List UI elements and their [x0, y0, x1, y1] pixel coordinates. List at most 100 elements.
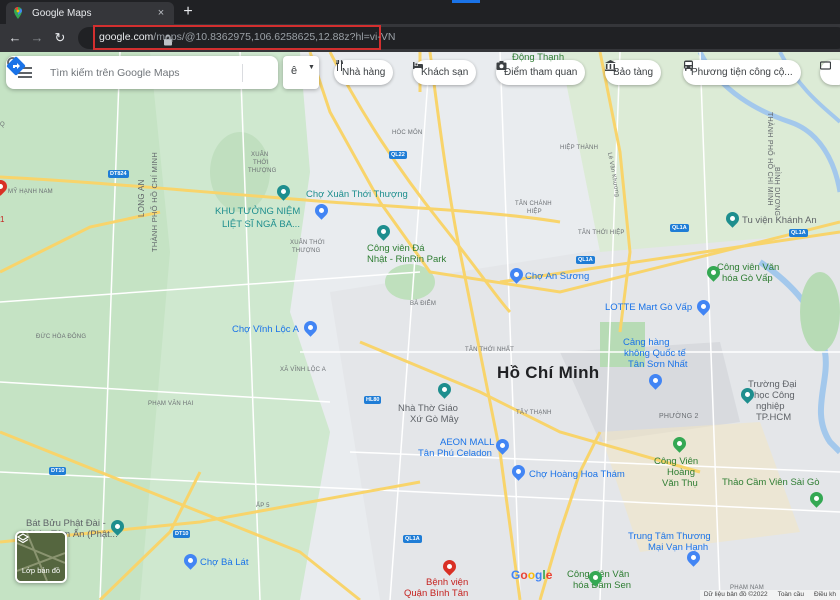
area-label: TÂN CHÁNH	[515, 201, 552, 207]
logo-letter: o	[527, 568, 536, 582]
poi-label: KHU TƯỞNG NIỆM	[215, 206, 301, 217]
chevron-down-icon: ▼	[308, 64, 315, 71]
logo-letter: o	[520, 568, 528, 582]
city-label: Hồ Chí Minh	[497, 363, 600, 382]
search-input[interactable]	[50, 65, 210, 81]
poi-label: Xứ Gò Mây	[410, 414, 459, 425]
poi-label: Động Thạnh	[512, 52, 565, 63]
search-divider	[242, 64, 243, 82]
area-label: THƯỢNG	[292, 248, 321, 254]
area-label: TÂY THẠNH	[516, 410, 552, 416]
province-label-long-an: LONG AN	[137, 179, 146, 217]
area-label: TÂN THỚI HIỆP	[578, 230, 625, 236]
poi-label: Văn Thụ	[662, 478, 698, 489]
road-shield: QL1A	[789, 229, 808, 237]
poi-label: học Công	[754, 390, 795, 401]
chip-label: Khách sạn	[421, 67, 469, 78]
poi-label: Chợ Vĩnh Lộc A	[232, 324, 299, 335]
logo-letter: G	[511, 568, 521, 582]
tab-google-maps[interactable]: Google Maps ×	[6, 2, 174, 24]
input-tools-glyph: ê	[291, 65, 298, 77]
poi-label: 1	[0, 215, 5, 224]
poi-label: Cảng hàng	[623, 337, 670, 348]
logo-letter: e	[545, 568, 553, 582]
poi-label: TP.HCM	[756, 412, 792, 423]
poi-label: Trường Đại	[748, 379, 797, 390]
chip-label: Điểm tham quan	[504, 67, 578, 78]
tab-title: Google Maps	[32, 7, 92, 19]
more-category-icon	[820, 61, 831, 70]
area-label: Q	[0, 122, 5, 128]
chip-more[interactable]	[820, 60, 840, 85]
chip-hotels[interactable]: Khách sạn	[413, 60, 477, 85]
global-link[interactable]: Toàn cầu	[778, 591, 804, 599]
road-shield: QL1A	[670, 224, 689, 232]
area-label: HIỆP	[527, 209, 542, 215]
bed-icon	[413, 62, 423, 69]
tab-close-icon[interactable]: ×	[154, 7, 168, 19]
area-label: HIỆP THÀNH	[560, 145, 599, 151]
poi-label: Bệnh viện	[426, 577, 469, 588]
area-label: PHƯỜNG 2	[659, 413, 699, 420]
poi-label: Công viên Đá	[367, 243, 425, 254]
poi-label: Trung Tâm Thương	[628, 531, 711, 542]
new-tab-button[interactable]: +	[180, 3, 196, 21]
road-shield: DT10	[173, 530, 191, 538]
poi-label: Mại Vạn Hạnh	[648, 542, 709, 553]
road-shield: QL22	[389, 151, 407, 159]
poi-label: Tân Phú Celadon	[418, 448, 492, 459]
forward-arrow-icon[interactable]: →	[28, 29, 46, 47]
poi-label: Quận Bình Tân	[404, 588, 469, 599]
chip-attractions[interactable]: Điểm tham quan	[496, 60, 586, 85]
poi-label: Công Viên	[654, 456, 699, 467]
poi-label: LIỆT SĨ NGÃ BA...	[222, 219, 300, 230]
poi-label: hóa Gò Vấp	[722, 273, 773, 284]
poi-label: nghiệp	[756, 401, 785, 412]
chip-label: Bảo tàng	[613, 67, 654, 78]
area-label: HÓC MÔN	[392, 130, 423, 136]
poi-label: Tân Sơn Nhất	[628, 359, 688, 370]
road-shield: QL1A	[576, 256, 595, 264]
province-label-binh-duong: BÌNH DƯƠNG	[773, 167, 780, 217]
road-shield: DT10	[49, 467, 67, 475]
poi-label: Bát Bửu Phật Đài -	[26, 518, 106, 529]
province-label-hcm: THÀNH PHỐ HỒ CHÍ MINH	[150, 151, 159, 252]
url-text[interactable]: google.com/maps/@10.8362975,106.6258625,…	[99, 31, 395, 43]
poi-label: Thảo Cầm Viên Sài Gò	[722, 477, 820, 488]
camera-icon	[496, 61, 507, 70]
area-label: XÃ VĨNH LỘC A	[280, 367, 326, 373]
back-arrow-icon[interactable]: ←	[6, 29, 24, 47]
poi-label: Công viên Văn	[717, 262, 780, 273]
poi-label: Chợ Xuân Thới Thượng	[306, 189, 408, 200]
bus-icon	[684, 60, 693, 71]
poi-label: AEON MALL	[440, 437, 495, 448]
input-tools-button[interactable]: ê ▼	[283, 56, 319, 89]
chip-museums[interactable]: Bảo tàng	[605, 60, 662, 85]
poi-label: không Quốc tế	[624, 348, 686, 359]
map-canvas[interactable]: ê ▼ Nhà hàng Khách sạn Điểm tham quan Bả…	[0, 52, 840, 600]
poi-label: Nhà Thờ Giáo	[398, 403, 458, 414]
chip-transit[interactable]: Phương tiện công cộ...	[683, 60, 801, 85]
tab-strip-accent	[452, 0, 480, 3]
layers-label: Lớp bản đồ	[21, 566, 61, 575]
reload-icon[interactable]: ↻	[51, 29, 69, 47]
poi-label: Chợ An Sương	[525, 271, 590, 282]
poi-label: Nhật - RinRin Park	[367, 254, 447, 265]
poi-label: Chợ Bà Lát	[200, 557, 249, 568]
layers-icon	[17, 533, 29, 544]
fork-knife-icon	[336, 60, 343, 71]
layers-button[interactable]: Lớp bản đồ	[15, 531, 67, 583]
area-label: ĐỨC HÒA ĐÔNG	[36, 334, 87, 340]
directions-icon[interactable]	[6, 56, 26, 76]
terms-link[interactable]: Điều kh	[814, 591, 836, 599]
chip-restaurants[interactable]: Nhà hàng	[334, 60, 394, 85]
road-shield: DT824	[108, 170, 129, 178]
chip-label: Nhà hàng	[342, 67, 386, 78]
chip-label: Phương tiện công cộ...	[691, 67, 793, 78]
map-data-attribution: Dữ liệu bản đồ ©2022	[703, 591, 768, 598]
area-label: THỚI	[253, 160, 269, 166]
poi-label: Tu viện Khánh An	[742, 215, 817, 226]
area-label: MỸ HẠNH NAM	[8, 189, 53, 195]
poi-label: hóa Đầm Sen	[573, 580, 632, 591]
area-label: XUÂN	[251, 152, 269, 158]
